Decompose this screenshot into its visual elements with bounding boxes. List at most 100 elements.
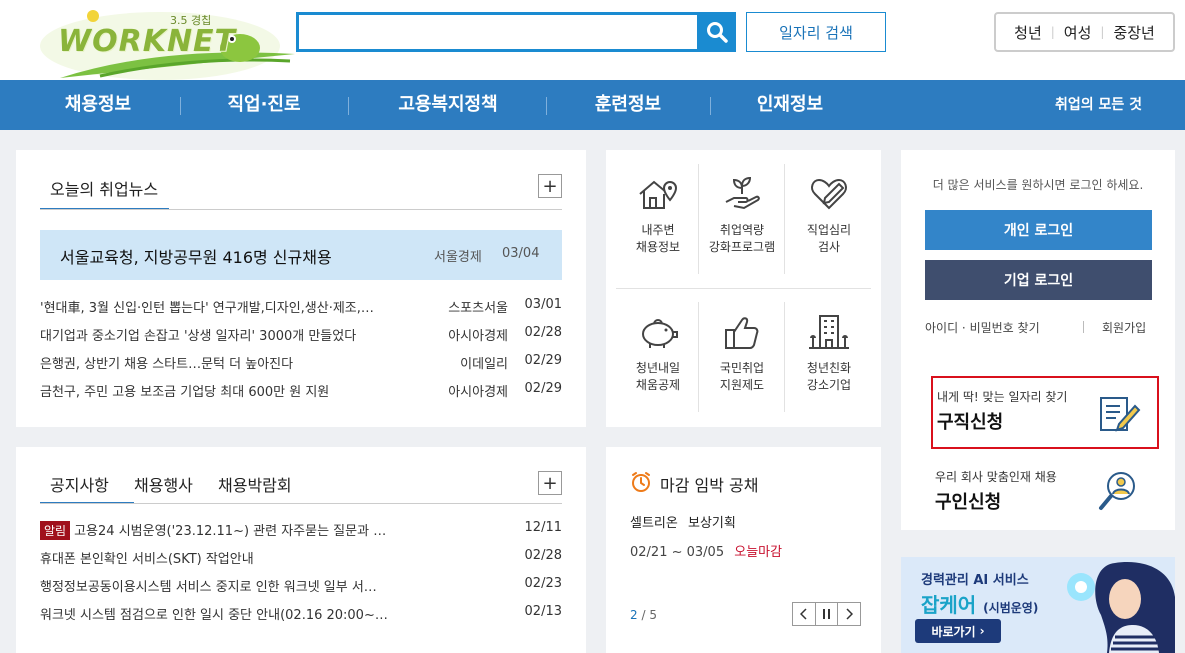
service-label: 채움공제 (635, 378, 681, 392)
news-list-item[interactable]: 은행권, 상반기 채용 스타트…문턱 더 높아진다 이데일리 02/29 (40, 353, 562, 373)
service-youth-friendly-firms[interactable]: 청년친화 강소기업 (787, 312, 871, 394)
main-nav: 채용정보 직업·진로 고용복지정책 훈련정보 인재정보 취업의 모든 것 (0, 80, 1185, 130)
service-psych-test[interactable]: 직업심리 검사 (787, 174, 871, 256)
join-link[interactable]: 회원가입 (1102, 319, 1146, 336)
pause-button[interactable] (816, 603, 839, 625)
tab-hiring-events[interactable]: 채용행사 (134, 472, 193, 496)
divider (784, 164, 785, 274)
service-label: 청년친화 (806, 361, 852, 375)
nav-item-talent[interactable]: 인재정보 (742, 80, 838, 130)
notice-date: 02/13 (524, 604, 562, 619)
news-title: '현대車, 3월 신입·인턴 뽑는다' 연구개발,디자인,생산·제조,… (40, 301, 374, 316)
tab-notice[interactable]: 공지사항 (50, 472, 109, 496)
worknet-logo[interactable]: 3.5 경칩 WORKNET (40, 6, 300, 80)
ad-go-label: 바로가기 (931, 624, 976, 639)
alarm-clock-icon (632, 472, 650, 492)
jobcare-ad-banner[interactable]: 경력관리 AI 서비스 잡케어 (시범운영) 바로가기 › (901, 557, 1175, 653)
target-youth-link[interactable]: 청년 (1005, 22, 1051, 43)
notice-date: 12/11 (524, 520, 562, 535)
news-list-item[interactable]: 금천구, 주민 고용 보조금 기업당 최대 600만 원 지원 아시아경제 02… (40, 381, 562, 401)
news-title: 대기업과 중소기업 손잡고 '상생 일자리' 3000개 만들었다 (40, 329, 357, 344)
news-list-item[interactable]: 대기업과 중소기업 손잡고 '상생 일자리' 3000개 만들었다 아시아경제 … (40, 325, 562, 345)
ad-brand-line: 잡케어 (시범운영) (921, 589, 1038, 618)
thumbs-up-icon (725, 317, 759, 349)
service-nearby-jobs[interactable]: 내주변 채용정보 (616, 174, 700, 256)
notice-panel: 공지사항 채용행사 채용박람회 + 알림 고용24 시범운영('23.12.11~… (16, 447, 586, 653)
news-source: 스포츠서울 (448, 301, 508, 316)
divider (616, 288, 871, 289)
news-source: 아시아경제 (448, 329, 508, 344)
service-label: 직업심리 (806, 223, 852, 237)
notice-more-button[interactable]: + (538, 471, 562, 495)
ad-go-button[interactable]: 바로가기 › (915, 619, 1001, 643)
next-button[interactable] (838, 603, 860, 625)
chevron-right-icon (846, 608, 854, 620)
search-icon (706, 22, 728, 43)
notice-title: 워크넷 시스템 점검으로 인한 일시 중단 안내(02.16 20:00~… (40, 608, 388, 623)
heart-pen-icon (811, 178, 847, 210)
service-label: 강소기업 (806, 378, 852, 392)
search-input[interactable] (299, 15, 698, 49)
nav-divider (546, 97, 547, 115)
notice-list-item[interactable]: 알림 고용24 시범운영('23.12.11~) 관련 자주묻는 질문과 … 12… (40, 520, 562, 540)
target-women-link[interactable]: 여성 (1055, 22, 1101, 43)
notice-title: 휴대폰 본인확인 서비스(SKT) 작업안내 (40, 552, 254, 567)
news-list-item[interactable]: '현대車, 3월 신입·인턴 뽑는다' 연구개발,디자인,생산·제조,… 스포츠… (40, 297, 562, 317)
nav-item-career[interactable]: 직업·진로 (214, 80, 314, 130)
nav-all-about-employment[interactable]: 취업의 모든 것 (1055, 80, 1142, 130)
service-label: 취업역량 (719, 223, 765, 237)
tab-job-fairs[interactable]: 채용박람회 (218, 472, 292, 496)
pager-current: 2 (630, 608, 638, 622)
services-panel: 내주변 채용정보 취업역량 강화프로그램 직업심리 검사 청년내일 채움공제 국… (606, 150, 881, 427)
news-highlight-item[interactable]: 서울교육청, 지방공무원 416명 신규채용 서울경제 03/04 (40, 230, 562, 280)
service-national-employment-support[interactable]: 국민취업 지원제도 (700, 312, 784, 394)
pager-total: 5 (649, 608, 657, 622)
deadline-job[interactable]: 셀트리온 보상기획 (630, 512, 736, 531)
news-more-button[interactable]: + (538, 174, 562, 198)
prev-button[interactable] (793, 603, 816, 625)
notice-list-item[interactable]: 워크넷 시스템 점검으로 인한 일시 중단 안내(02.16 20:00~… 0… (40, 604, 562, 624)
find-account-link[interactable]: 아이디 · 비밀번호 찾기 (925, 319, 1040, 336)
tab-today-news[interactable]: 오늘의 취업뉴스 (50, 176, 158, 200)
header: 3.5 경칩 WORKNET 일자리 검색 청년 | 여성 | 중장년 (0, 0, 1185, 80)
service-youth-savings[interactable]: 청년내일 채움공제 (616, 312, 700, 394)
job-request-title: 구직신청 (937, 412, 1004, 433)
deadline-company: 셀트리온 (630, 516, 678, 531)
nav-divider (710, 97, 711, 115)
deadline-period-line: 02/21 ~ 03/05 오늘마감 (630, 541, 782, 560)
ad-line1: 경력관리 AI 서비스 (921, 573, 1029, 588)
news-date: 02/29 (524, 381, 562, 396)
nav-item-jobs[interactable]: 채용정보 (50, 80, 146, 130)
notice-list-item[interactable]: 행정정보공동이용시스템 서비스 중지로 인한 워크넷 일부 서… 02/23 (40, 576, 562, 596)
nav-item-training[interactable]: 훈련정보 (580, 80, 676, 130)
ad-suffix: (시범운영) (983, 601, 1039, 615)
service-label: 국민취업 (719, 361, 765, 375)
hand-sprout-icon (725, 176, 760, 210)
talent-request-title: 구인신청 (935, 492, 1002, 513)
job-search-button[interactable]: 일자리 검색 (746, 12, 886, 52)
talent-request-card[interactable]: 우리 회사 맞춤인재 채용 구인신청 (931, 464, 1159, 524)
notice-badge: 알림 (40, 521, 71, 540)
notice-list-item[interactable]: 휴대폰 본인확인 서비스(SKT) 작업안내 02/28 (40, 548, 562, 568)
logo-name: WORKNET (58, 24, 237, 59)
news-title: 금천구, 주민 고용 보조금 기업당 최대 600만 원 지원 (40, 385, 330, 400)
notice-date: 02/23 (524, 576, 562, 591)
service-employability-program[interactable]: 취업역량 강화프로그램 (700, 174, 784, 256)
nav-item-welfare-policy[interactable]: 고용복지정책 (380, 80, 516, 130)
service-label: 지원제도 (719, 378, 765, 392)
job-request-card[interactable]: 내게 딱! 맞는 일자리 찾기 구직신청 (931, 376, 1159, 449)
news-highlight-title: 서울교육청, 지방공무원 416명 신규채용 (60, 248, 332, 267)
form-pen-icon (1100, 397, 1141, 432)
service-label: 강화프로그램 (708, 240, 776, 254)
nav-divider (348, 97, 349, 115)
personal-login-button[interactable]: 개인 로그인 (925, 210, 1152, 250)
search-box (296, 12, 698, 52)
divider (1083, 321, 1084, 333)
company-login-button[interactable]: 기업 로그인 (925, 260, 1152, 300)
deadline-position: 보상기획 (687, 516, 736, 531)
target-middle-aged-link[interactable]: 중장년 (1104, 22, 1163, 43)
login-panel: 더 많은 서비스를 원하시면 로그인 하세요. 개인 로그인 기업 로그인 아이… (901, 150, 1175, 530)
ad-brand: 잡케어 (921, 593, 977, 617)
search-button[interactable] (697, 12, 736, 52)
deadline-pager-count: 2 / 5 (630, 608, 657, 622)
